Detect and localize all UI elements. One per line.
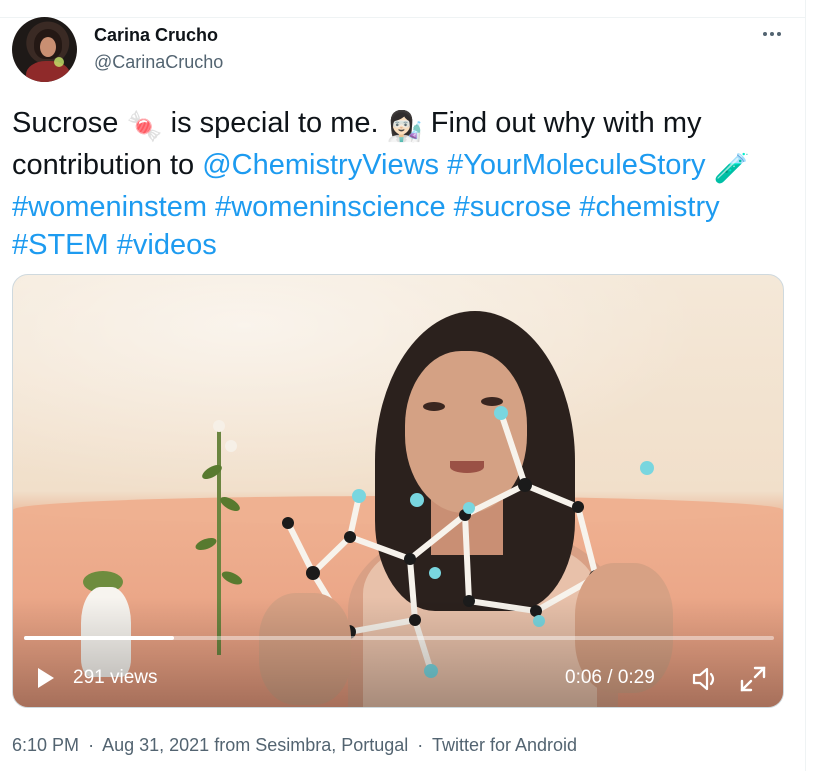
tweet-time[interactable]: 6:10 PM [12, 735, 79, 755]
hashtag-link[interactable]: #videos [117, 229, 217, 261]
tweet-text: Sucrose 🍬 is special to me. 👩🏻‍🔬 Find ou… [12, 104, 792, 264]
more-button[interactable] [758, 24, 786, 44]
tweet-text-part: is special to me. [162, 107, 387, 139]
video-views: 291 views [73, 667, 158, 688]
hashtag-link[interactable]: #YourMoleculeStory [447, 149, 705, 181]
tweet-location: from Sesimbra, Portugal [214, 735, 409, 755]
fullscreen-icon [740, 666, 766, 692]
separator: · [88, 735, 95, 755]
hashtag-link[interactable]: #sucrose [454, 191, 572, 223]
tweet-source[interactable]: Twitter for Android [432, 735, 577, 755]
video-time: 0:06 / 0:29 [565, 667, 655, 688]
video-player[interactable]: 291 views 0:06 / 0:29 [12, 274, 784, 708]
video-controls-overlay [13, 597, 783, 707]
play-button[interactable] [33, 666, 57, 690]
volume-icon [692, 667, 715, 691]
video-progress-fill [24, 636, 174, 640]
avatar-face [40, 37, 56, 57]
fullscreen-button[interactable] [738, 664, 768, 694]
scientist-emoji: 👩🏻‍🔬 [386, 111, 423, 143]
avatar-test-tube [54, 57, 64, 67]
hashtag-link[interactable]: #chemistry [579, 191, 719, 223]
user-handle[interactable]: @CarinaCrucho [94, 52, 223, 73]
tweet-text-part: Sucrose [12, 107, 127, 139]
test-tube-emoji: 🧪 [713, 153, 750, 185]
avatar[interactable] [12, 17, 77, 82]
hashtag-link[interactable]: #womeninstem [12, 191, 207, 223]
volume-button[interactable] [691, 665, 721, 693]
candy-emoji: 🍬 [126, 111, 163, 143]
separator: · [417, 735, 424, 755]
video-progress-bar[interactable] [24, 636, 774, 640]
mention-link[interactable]: @ChemistryViews [202, 149, 439, 181]
hashtag-link[interactable]: #womeninscience [215, 191, 446, 223]
tweet-footer: 6:10 PM · Aug 31, 2021 from Sesimbra, Po… [12, 735, 577, 756]
tweet: Carina Crucho @CarinaCrucho Sucrose 🍬 is… [0, 0, 806, 771]
user-name[interactable]: Carina Crucho [94, 25, 218, 46]
play-icon [38, 668, 54, 688]
more-icon [763, 32, 781, 36]
hashtag-link[interactable]: #STEM [12, 229, 109, 261]
tweet-date[interactable]: Aug 31, 2021 [102, 735, 209, 755]
